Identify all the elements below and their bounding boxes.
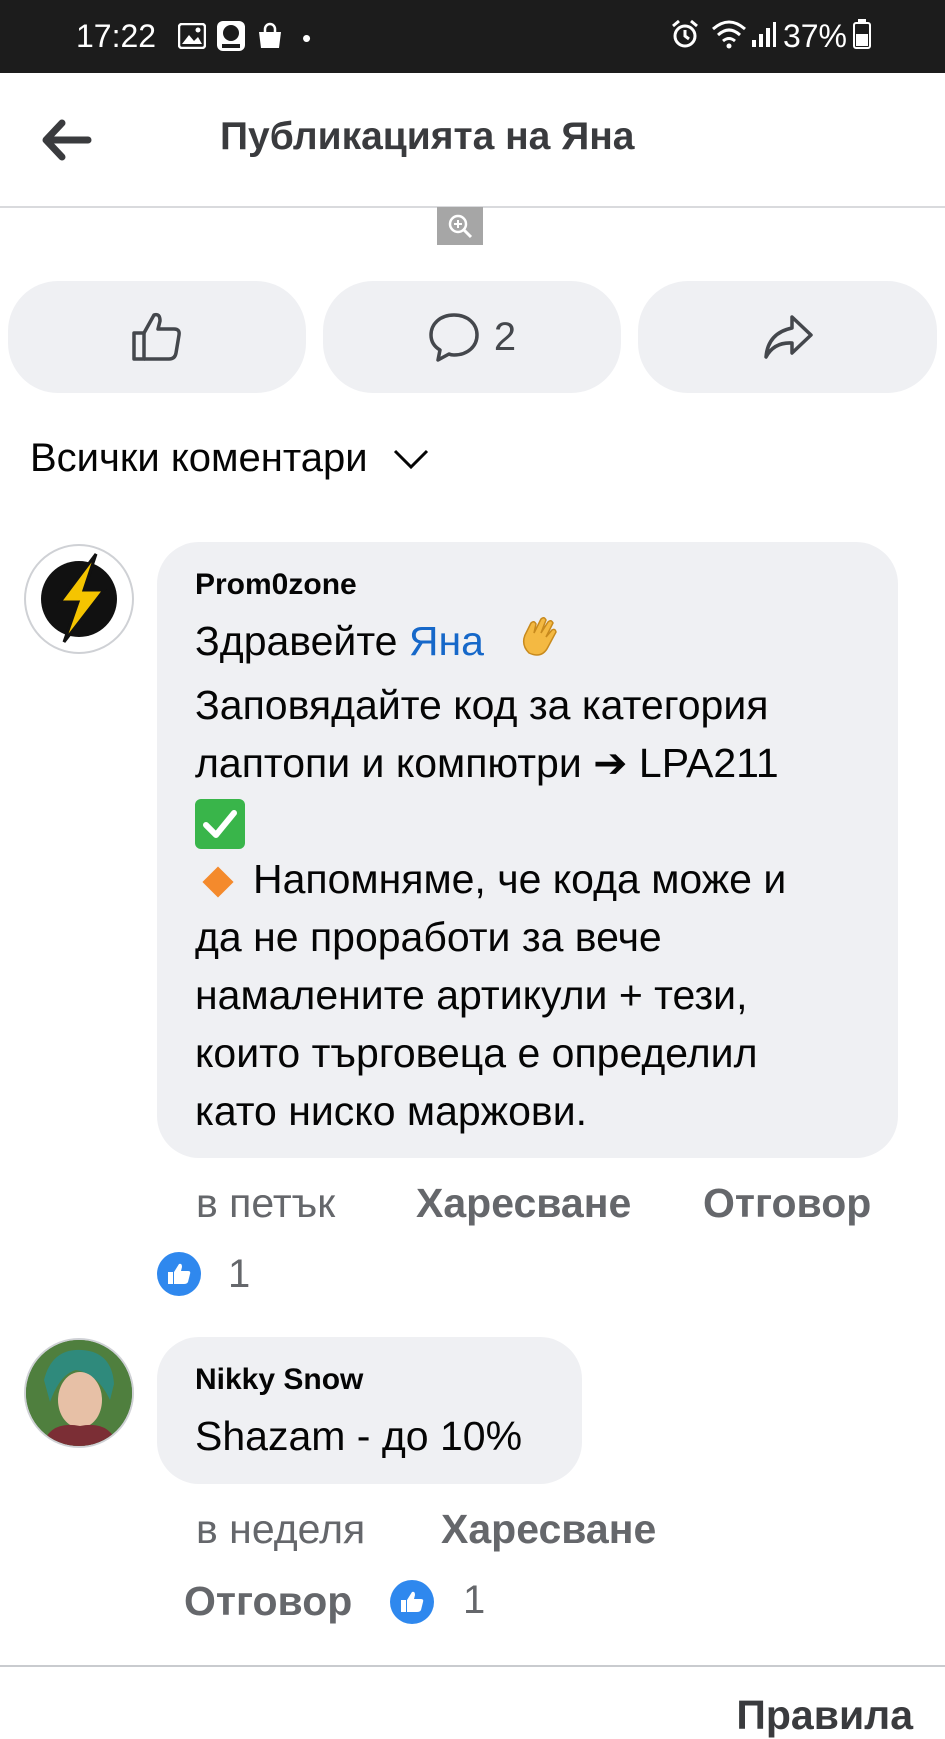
comment-line: Заповядайте код за категория xyxy=(195,681,769,728)
orange-diamond-icon xyxy=(202,866,234,898)
comment-author[interactable]: Nikky Snow xyxy=(195,1361,544,1399)
shopping-bag-icon xyxy=(256,22,284,55)
status-time: 17:22 xyxy=(76,18,157,54)
comment-text: Shazam - до 10% xyxy=(195,1413,523,1459)
comment-line: Здравейте Яна xyxy=(195,612,860,676)
share-arrow-icon xyxy=(763,315,813,359)
reply-button[interactable]: Отговор xyxy=(184,1578,352,1625)
comment-author[interactable]: Prom0zone xyxy=(195,566,860,604)
battery-icon xyxy=(853,19,871,54)
reaction-count: 1 xyxy=(228,1252,251,1296)
image-icon xyxy=(177,22,207,54)
comment-count: 2 xyxy=(493,314,517,359)
comment-line: намалените артикули + тези, xyxy=(195,971,748,1018)
avatar[interactable] xyxy=(24,544,134,654)
share-button[interactable] xyxy=(638,281,937,393)
like-comment-button[interactable]: Харесване xyxy=(441,1506,656,1553)
notification-icons: • xyxy=(177,20,321,57)
notification-dot: • xyxy=(302,23,312,53)
back-arrow-icon xyxy=(42,119,92,161)
comment-bubble-icon xyxy=(429,313,479,362)
like-comment-button[interactable]: Харесване xyxy=(416,1180,631,1227)
back-button[interactable] xyxy=(40,117,92,163)
thumbs-up-icon xyxy=(132,312,181,361)
like-button[interactable] xyxy=(8,281,306,393)
zoom-button[interactable] xyxy=(437,207,483,245)
check-mark-icon xyxy=(195,798,245,849)
waving-hand-icon xyxy=(515,613,563,676)
post-header: Публикацията на Яна xyxy=(0,73,945,208)
greeting-text: Здравейте xyxy=(195,618,398,664)
mention-link[interactable]: Яна xyxy=(409,618,484,664)
chevron-down-icon xyxy=(393,449,428,469)
comment-line-text: Напомняме, че кода може и xyxy=(253,855,787,902)
comment-line: лаптопи и компютри ➔ LPA211 xyxy=(195,739,779,786)
avatar[interactable] xyxy=(24,1338,134,1448)
comment-button[interactable]: 2 xyxy=(323,281,621,393)
reaction-count: 1 xyxy=(463,1578,486,1622)
status-bar: 17:22 • 37% xyxy=(0,0,945,73)
comment-bubble: Nikky Snow Shazam - до 10% xyxy=(157,1337,582,1484)
alarm-icon xyxy=(669,18,701,55)
like-reaction-icon[interactable] xyxy=(390,1580,434,1624)
divider xyxy=(0,1665,945,1667)
battery-percent: 37% xyxy=(782,18,847,54)
like-reaction-icon[interactable] xyxy=(157,1252,201,1296)
zoom-in-icon xyxy=(448,214,473,239)
rules-link[interactable]: Правила xyxy=(736,1692,913,1739)
signal-icon xyxy=(751,20,777,53)
wifi-icon xyxy=(711,19,747,54)
system-icons: 37% xyxy=(669,18,871,55)
profile-photo xyxy=(26,1340,132,1446)
reply-button[interactable]: Отговор xyxy=(703,1180,871,1227)
lidl-plus-app-icon xyxy=(216,20,246,57)
comment-timestamp[interactable]: в петък xyxy=(196,1180,335,1227)
comments-filter-label: Всички коментари xyxy=(30,436,368,480)
comment-bubble: Prom0zone Здравейте Яна Заповядайте код … xyxy=(157,542,898,1158)
comment-line: които търговеца е определил xyxy=(195,1029,758,1076)
comment-line xyxy=(195,792,860,850)
page-title: Публикацията на Яна xyxy=(220,115,635,158)
comment-timestamp[interactable]: в неделя xyxy=(196,1506,365,1553)
lightning-bolt-logo xyxy=(41,553,117,643)
comment-line: Напомняме, че кода може и xyxy=(195,850,860,908)
comment-line: като ниско маржови. xyxy=(195,1087,587,1134)
comments-filter-dropdown[interactable]: Всички коментари xyxy=(30,436,430,481)
comment-line: да не проработи за вече xyxy=(195,913,662,960)
